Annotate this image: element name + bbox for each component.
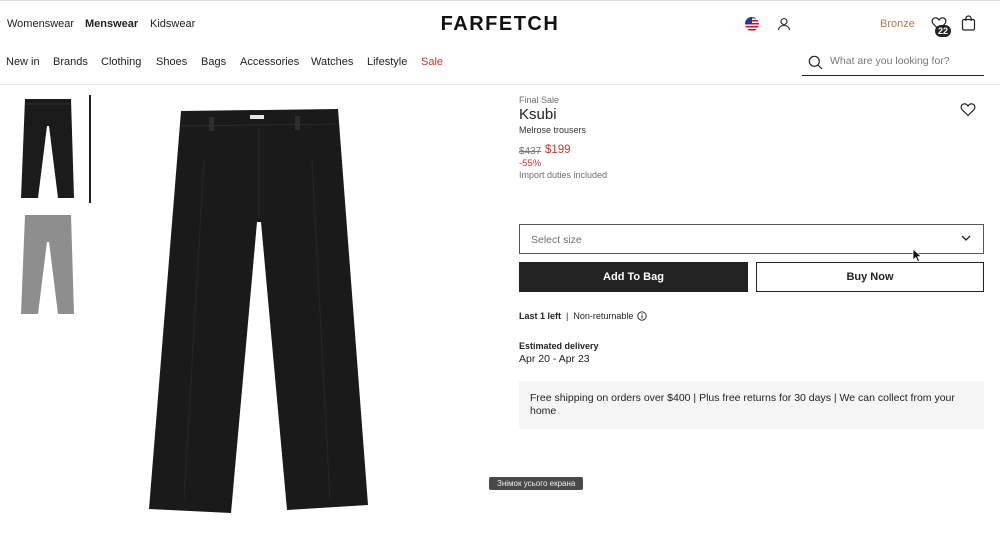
product-name: Melrose trousers: [519, 125, 587, 135]
bag-icon[interactable]: [961, 15, 976, 31]
duties-note: Import duties included: [519, 170, 608, 180]
add-to-bag-button[interactable]: Add To Bag: [519, 262, 748, 292]
stock-info: Last 1 left | Non-returnable: [519, 311, 648, 321]
screenshot-tooltip: Знімок усього екрана: [489, 477, 584, 490]
nav-lifestyle[interactable]: Lifestyle: [367, 56, 407, 68]
nav-watches[interactable]: Watches: [311, 56, 353, 68]
delivery-dates: Apr 20 - Apr 23: [519, 353, 590, 365]
divider: |: [566, 311, 569, 321]
user-icon[interactable]: [777, 17, 791, 31]
size-select-placeholder: Select size: [531, 234, 582, 246]
buy-now-button[interactable]: Buy Now: [756, 262, 984, 292]
nav-accessories[interactable]: Accessories: [240, 56, 299, 68]
farfetch-logo[interactable]: FARFETCH: [0, 13, 1000, 36]
nav-new-in[interactable]: New in: [6, 56, 40, 68]
discount-percent: -55%: [519, 158, 542, 169]
nav-brands[interactable]: Brands: [53, 56, 88, 68]
thumbnail-back[interactable]: [16, 212, 80, 316]
returns-policy: Non-returnable: [573, 311, 634, 321]
nav-bags[interactable]: Bags: [201, 56, 226, 68]
thumbnail-active-indicator: [89, 95, 91, 203]
info-icon[interactable]: [637, 311, 648, 321]
wishlist-count-badge: 22: [935, 25, 952, 37]
delivery-label: Estimated delivery: [519, 341, 599, 351]
nav-sale[interactable]: Sale: [421, 56, 443, 68]
nav-clothing[interactable]: Clothing: [101, 56, 141, 68]
category-nav: New in Brands Clothing Shoes Bags Access…: [0, 48, 1000, 85]
add-to-wishlist-icon[interactable]: [960, 102, 976, 117]
sale-price: $199: [545, 144, 571, 156]
chevron-down-icon: [961, 235, 971, 241]
original-price: $437: [519, 146, 542, 157]
search-input[interactable]: [830, 55, 980, 67]
thumbnail-front[interactable]: [16, 96, 80, 200]
product-brand[interactable]: Ksubi: [519, 106, 557, 123]
product-main-image[interactable]: [140, 100, 380, 516]
shipping-info-banner: Free shipping on orders over $400 | Plus…: [519, 381, 984, 429]
final-sale-tag: Final Sale: [519, 95, 560, 105]
top-bar: Womenswear Menswear Kidswear FARFETCH Br…: [0, 0, 1000, 48]
search-icon[interactable]: [808, 55, 823, 70]
search-bar[interactable]: [802, 52, 984, 76]
mouse-cursor-icon: [912, 248, 923, 263]
us-flag-icon[interactable]: [745, 17, 759, 31]
stock-count: Last 1 left: [519, 311, 562, 321]
nav-shoes[interactable]: Shoes: [156, 56, 187, 68]
account-tier-link[interactable]: Bronze: [880, 18, 915, 30]
